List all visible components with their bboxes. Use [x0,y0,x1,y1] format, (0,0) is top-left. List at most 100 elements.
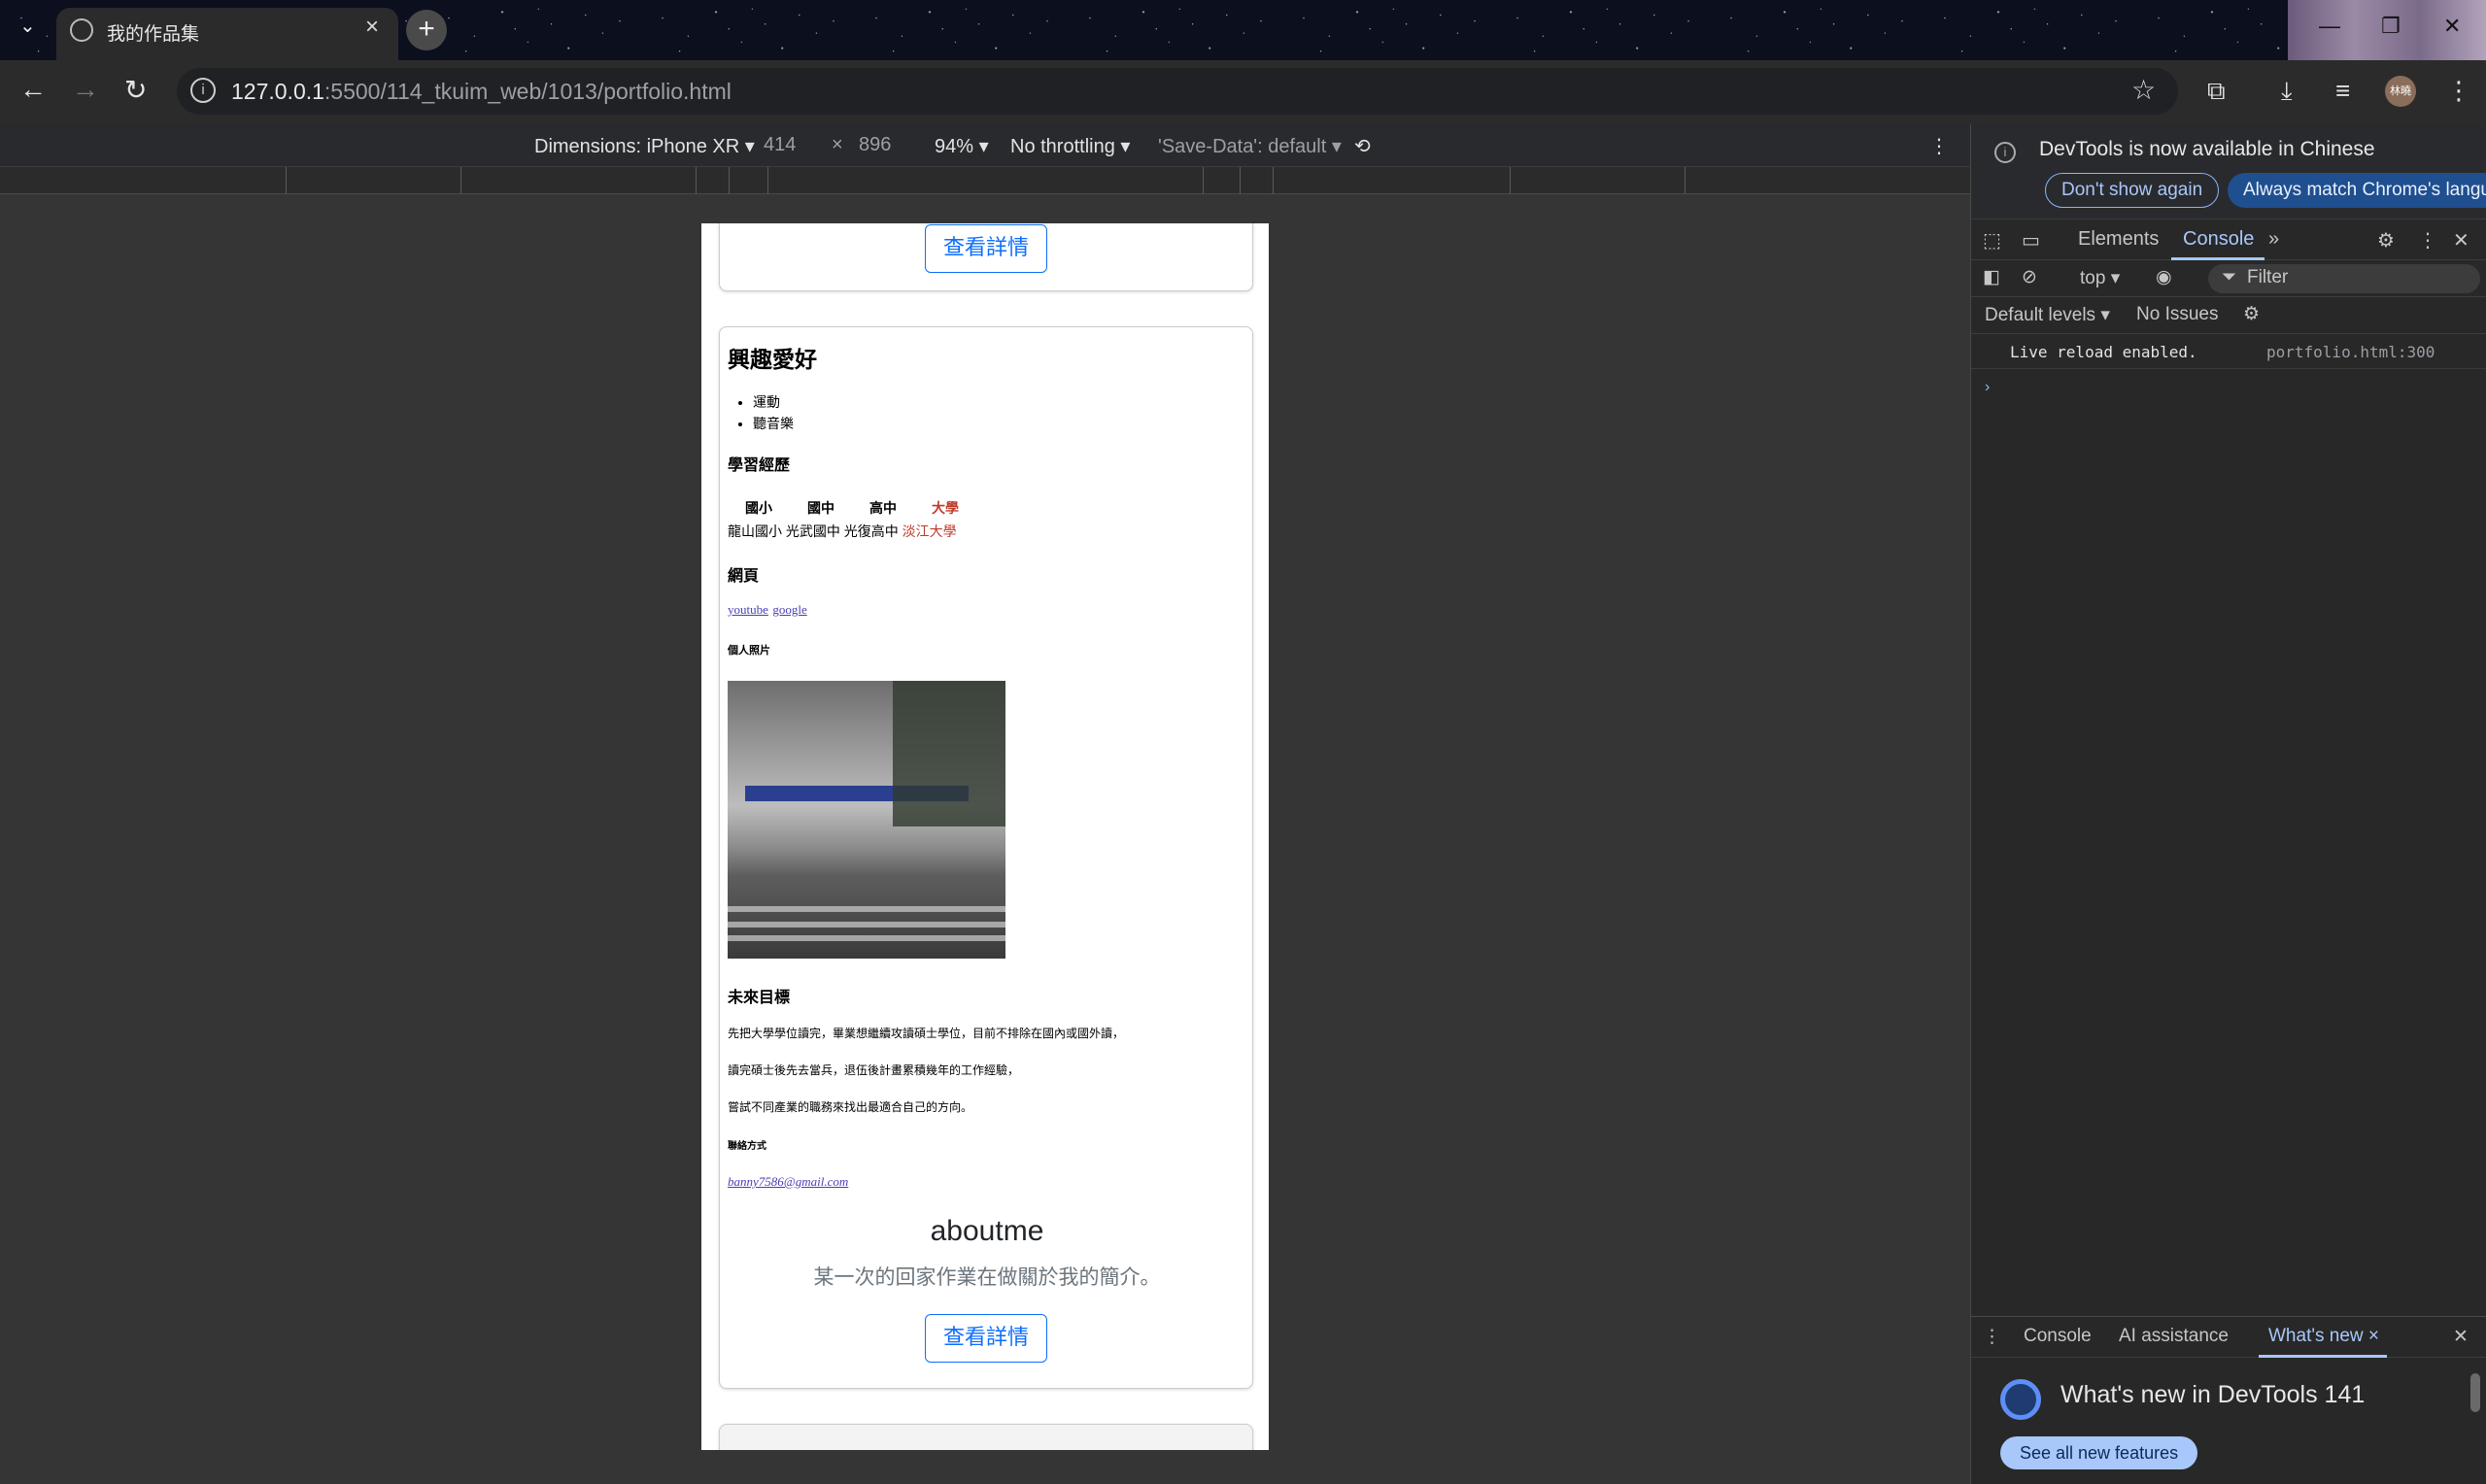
info-icon: i [1994,142,2016,163]
education-heading: 學習經歷 [728,457,791,474]
media-icon[interactable]: ≡ [2335,76,2350,106]
address-bar[interactable]: i 127.0.0.1:5500/114_tkuim_web/1013/port… [177,68,2178,115]
tab-title: 我的作品集 [107,24,200,45]
table-cell: 光武國中 [785,523,840,539]
minimize-icon[interactable]: — [2319,14,2340,39]
devtools-menu-icon[interactable]: ⋮ [2418,228,2437,253]
restore-icon[interactable]: ❐ [2381,14,2401,39]
goal-heading: 未來目標 [728,990,791,1006]
tab-list-chevron-icon[interactable]: ⌄ [19,14,36,38]
forward-icon[interactable]: → [72,74,99,105]
context-select[interactable]: top ▾ [2080,267,2120,289]
dimensions-select[interactable]: Dimensions: iPhone XR ▾ [534,134,755,158]
context-label: top [2080,268,2106,288]
email-link[interactable]: banny7586@gmail.com [728,1174,848,1190]
browser-tab[interactable]: 我的作品集 × [56,8,398,60]
reload-icon[interactable]: ↻ [124,74,147,106]
goal-line: 讀完碩士後先去當兵，退伍後計畫累積幾年的工作經驗， [728,1063,1020,1077]
extensions-icon[interactable]: ⧉ [2207,76,2226,107]
save-data-label: 'Save-Data': default [1158,136,1327,157]
console-source-link[interactable]: portfolio.html:300 [2266,343,2435,361]
close-devtools-icon[interactable]: ✕ [2453,228,2469,253]
levels-label: Default levels [1985,305,2096,325]
table-header: 高中 [869,500,897,516]
view-details-button[interactable]: 查看詳情 [925,224,1047,273]
about-subtitle: 某一次的回家作業在做關於我的簡介。 [813,1266,1161,1289]
zoom-select[interactable]: 94% ▾ [935,134,989,158]
table-cell: 龍山國小 [728,523,782,539]
drawer-tab-console[interactable]: Console [2024,1326,2092,1347]
web-heading: 網頁 [728,568,760,585]
drawer-tab-whats-new[interactable]: What's new × [2268,1326,2379,1347]
see-all-features-button[interactable]: See all new features [2000,1436,2198,1469]
whats-new-tab-label: What's new [2268,1326,2364,1346]
devtools-drawer: ⋮ Console AI assistance What's new × ✕ W… [1971,1316,2486,1484]
filter-placeholder: Filter [2247,267,2289,287]
console-prompt-icon[interactable]: › [1985,379,1990,396]
google-link[interactable]: google [772,602,806,617]
height-input[interactable]: 896 [859,134,891,156]
table-cell: 淡江大學 [902,523,957,539]
rotate-icon[interactable]: ⟲ [1354,134,1371,158]
drawer-scrollbar[interactable] [2470,1373,2480,1412]
dont-show-again-button[interactable]: Don't show again [2045,173,2220,208]
console-filter-bar: ◧ ⊘ top ▾ ◉ ⏷ Filter [1971,260,2486,297]
about-title: aboutme [930,1215,1044,1247]
clear-console-icon[interactable]: ⊘ [2022,266,2037,288]
close-drawer-icon[interactable]: ✕ [2453,1326,2469,1348]
console-settings-icon[interactable]: ⚙ [2243,303,2260,325]
tab-elements[interactable]: Elements [2078,228,2159,251]
more-tabs-icon[interactable]: » [2268,228,2279,251]
download-icon[interactable]: ⤓ [2281,76,2293,107]
dimensions-label: Dimensions: iPhone XR [534,136,740,157]
site-info-icon[interactable]: i [190,78,216,103]
youtube-link[interactable]: youtube [728,602,768,617]
inspect-element-icon[interactable]: ⬚ [1983,228,2001,253]
save-data-select[interactable]: 'Save-Data': default ▾ [1158,134,1342,158]
throttling-select[interactable]: No throttling ▾ [1010,134,1130,158]
globe-icon [70,18,93,42]
console-levels-bar: Default levels ▾ No Issues ⚙ [1971,297,2486,334]
drawer-active-indicator [2259,1355,2387,1358]
avatar[interactable]: 林曉 [2385,76,2416,107]
tab-console[interactable]: Console [2183,228,2254,251]
back-icon[interactable]: ← [19,74,47,105]
url-path: :5500/114_tkuim_web/1013/portfolio.html [324,79,732,104]
photo-heading: 個人照片 [728,645,770,657]
hobby-list: 運動 聽音樂 [753,391,794,434]
eye-icon[interactable]: ◉ [2156,266,2172,288]
next-card [719,1424,1253,1450]
table-cell: 光復高中 [843,523,899,539]
about-details-button[interactable]: 查看詳情 [925,1314,1047,1363]
device-menu-icon[interactable]: ⋮ [1929,134,1949,158]
new-tab-button[interactable]: + [406,10,447,51]
filter-icon: ⏷ [2222,267,2237,287]
issues-label[interactable]: No Issues [2136,304,2218,325]
close-window-icon[interactable]: ✕ [2443,14,2461,39]
width-input[interactable]: 414 [764,134,796,156]
drawer-menu-icon[interactable]: ⋮ [1983,1326,2001,1348]
device-toggle-icon[interactable]: ▭ [2022,228,2040,253]
throttling-label: No throttling [1010,136,1115,157]
notice-text: DevTools is now available in Chinese [2039,138,2375,160]
close-tab-icon[interactable]: × [365,14,379,41]
contact-heading: 聯絡方式 [728,1141,766,1152]
always-match-language-button[interactable]: Always match Chrome's language [2228,173,2486,208]
title-bar: ⌄ 我的作品集 × + — ❐ ✕ [0,0,2486,60]
levels-select[interactable]: Default levels ▾ [1985,304,2110,326]
filter-input[interactable]: ⏷ Filter [2208,264,2480,293]
media-query-ruler [0,167,1970,194]
drawer-tab-ai-assistance[interactable]: AI assistance [2119,1326,2229,1347]
main-card: 興趣愛好 運動 聽音樂 學習經歷 國小 國中 高中 大學 龍山國小 光武國中 光… [719,326,1253,1389]
chrome-logo-icon [2000,1379,2041,1420]
url-text[interactable]: 127.0.0.1:5500/114_tkuim_web/1013/portfo… [231,79,732,105]
url-host: 127.0.0.1 [231,79,324,104]
settings-gear-icon[interactable]: ⚙ [2377,228,2395,253]
menu-kebab-icon[interactable]: ⋮ [2446,76,2471,106]
bookmark-star-icon[interactable]: ☆ [2131,74,2156,106]
sidebar-toggle-icon[interactable]: ◧ [1983,266,2000,288]
goal-line: 先把大學學位讀完，畢業想繼續攻讀碩士學位，目前不排除在國內或國外讀， [728,1027,1125,1040]
devtools-panel: i DevTools is now available in Chinese D… [1970,124,2486,1484]
table-header: 國小 [745,500,772,516]
previous-card: 查看詳情 [719,223,1253,291]
